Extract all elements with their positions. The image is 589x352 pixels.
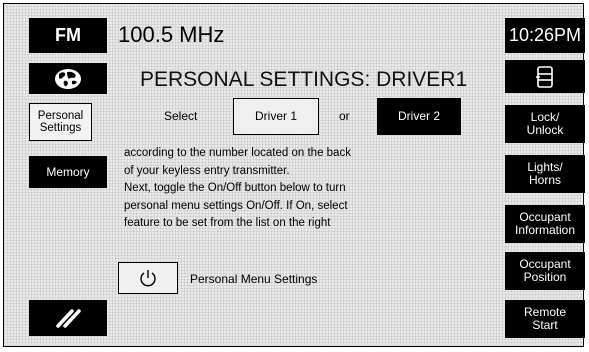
occupant-position-button[interactable]: Occupant Position	[505, 252, 585, 290]
driver2-button[interactable]: Driver 2	[377, 98, 461, 135]
instructions-text: according to the number located on the b…	[124, 145, 351, 233]
driver1-label: Driver 1	[254, 109, 297, 123]
instruction-line: personal menu settings On/Off. If On, se…	[124, 199, 348, 212]
phone-settings-icon	[535, 65, 555, 89]
clock-label: 10:26PM	[508, 25, 582, 45]
globe-icon	[53, 68, 83, 90]
driver1-button[interactable]: Driver 1	[233, 98, 319, 135]
occupant-information-label-line2: Information	[514, 223, 576, 237]
clock-display: 10:26PM	[505, 18, 585, 53]
lights-horns-label-line2: Horns	[528, 173, 561, 187]
lock-unlock-button[interactable]: Lock/ Unlock	[505, 105, 585, 143]
instruction-line: of your keyless entry transmitter.	[124, 164, 290, 177]
memory-label: Memory	[46, 164, 90, 179]
page-title: PERSONAL SETTINGS: DRIVER1	[140, 68, 468, 91]
instruction-line: feature to be set from the list on the r…	[124, 217, 331, 229]
frequency-display: 100.5 MHz	[118, 22, 225, 47]
diagonal-lines-icon	[54, 307, 82, 329]
fm-band-button[interactable]: FM	[29, 18, 107, 53]
personal-settings-label-line2: Settings	[39, 122, 82, 134]
settings-icon-button[interactable]	[505, 60, 585, 93]
power-icon	[138, 268, 158, 288]
or-label: or	[339, 109, 350, 123]
lights-horns-button[interactable]: Lights/ Horns	[505, 155, 585, 193]
memory-button[interactable]: Memory	[29, 156, 107, 188]
personal-menu-toggle-button[interactable]	[118, 262, 178, 294]
remote-start-label-line2: Start	[532, 318, 558, 332]
select-label: Select	[164, 109, 198, 123]
navigation-button[interactable]	[29, 63, 107, 94]
occupant-position-label-line2: Position	[523, 270, 567, 284]
instruction-line: Next, toggle the On/Off button below to …	[124, 182, 346, 194]
personal-menu-settings-label: Personal Menu Settings	[190, 272, 318, 286]
lock-unlock-label-line2: Unlock	[526, 123, 564, 137]
diagonal-button[interactable]	[29, 300, 107, 336]
personal-settings-button[interactable]: Personal Settings	[29, 103, 92, 141]
personal-settings-label-line1: Personal	[37, 110, 84, 122]
remote-start-button[interactable]: Remote Start	[505, 300, 585, 338]
fm-band-label: FM	[55, 25, 81, 45]
instruction-line: according to the number located on the b…	[124, 147, 351, 159]
driver2-label: Driver 2	[397, 109, 440, 123]
occupant-information-button[interactable]: Occupant Information	[505, 205, 585, 243]
